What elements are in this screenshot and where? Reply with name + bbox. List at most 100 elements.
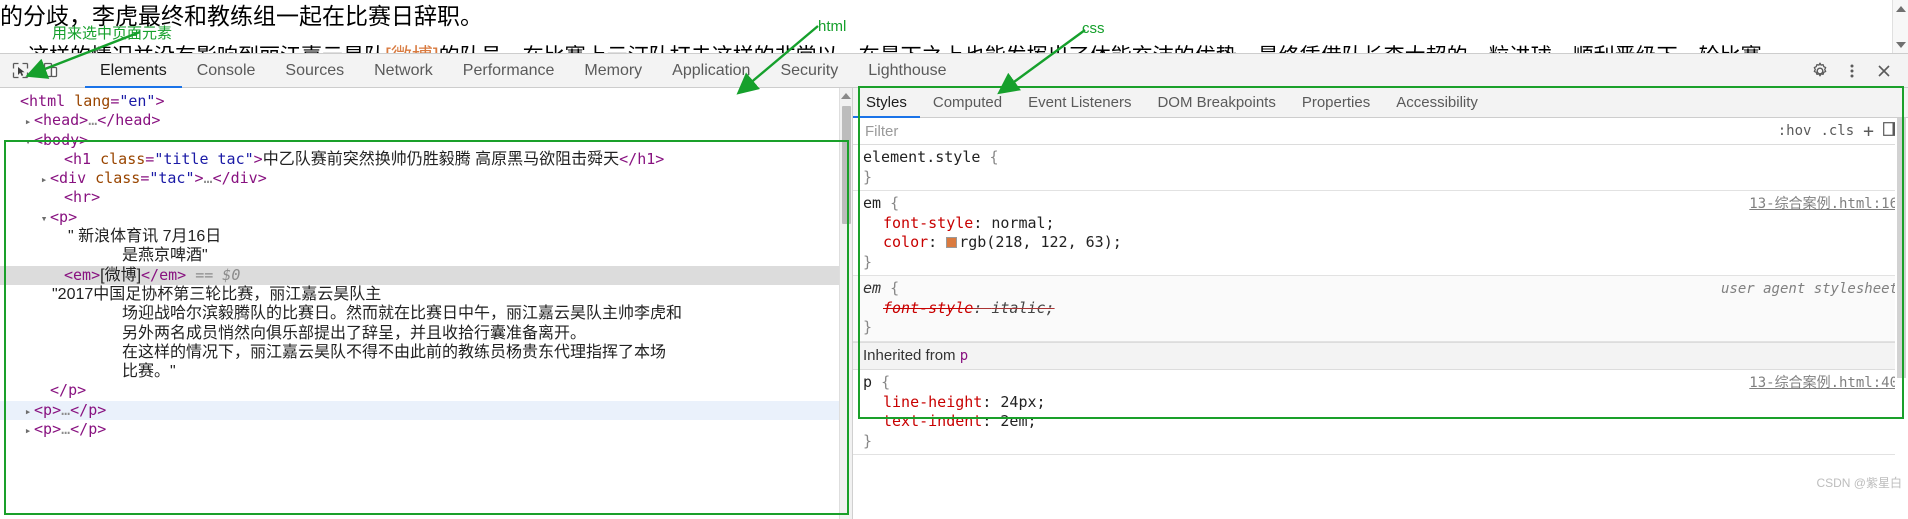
rule-element-style[interactable]: element.style { } — [853, 145, 1908, 191]
annotation-label-html: html — [818, 18, 847, 35]
tab-accessibility[interactable]: Accessibility — [1383, 89, 1491, 118]
rule-em-user-agent[interactable]: user agent stylesheet em { font-style: i… — [853, 276, 1908, 342]
declaration-value[interactable]: rgb(218, 122, 63); — [959, 233, 1122, 251]
tree-node-body[interactable]: ▾ <body> — [0, 131, 852, 150]
tree-text-node-5[interactable]: 另外两名成员悄然向俱乐部提出了辞呈，并且收拾行囊准备离开。 — [0, 324, 852, 343]
twisty-head-icon[interactable]: ▸ — [22, 112, 34, 131]
rule-selector[interactable]: element.style — [863, 148, 980, 166]
tree-node-p-open[interactable]: ▾ <p> — [0, 208, 852, 227]
browser-scrollbar[interactable] — [1892, 0, 1908, 53]
tree-text-node-7[interactable]: 比赛。" — [0, 362, 852, 381]
tab-properties[interactable]: Properties — [1289, 89, 1383, 118]
rule-p-inherited[interactable]: 13-综合案例.html:40 p { line-height: 24px; t… — [853, 370, 1908, 455]
rule-source-label: user agent stylesheet — [1720, 281, 1898, 297]
declaration-property[interactable]: color — [863, 233, 928, 251]
tab-security[interactable]: Security — [765, 55, 853, 88]
rule-close-brace: } — [863, 318, 873, 336]
devtools-toolbar-right — [1806, 54, 1908, 87]
text-node-line-6: 在这样的情况下，丽江嘉云昊队不得不由此前的教练员杨贵东代理指挥了本场 — [122, 343, 667, 361]
tab-elements[interactable]: Elements — [85, 55, 182, 88]
annotation-label-selector: 用来选中页面元素 — [52, 25, 173, 42]
scroll-up-arrow-icon[interactable] — [841, 93, 851, 99]
styles-filter-input[interactable] — [863, 121, 1778, 141]
scroll-down-arrow-icon[interactable] — [1896, 42, 1906, 48]
text-node-line-2: 是燕京啤酒" — [122, 247, 208, 265]
declaration-property[interactable]: text-indent — [863, 412, 982, 430]
node-tag-h1-close: h1 — [637, 149, 656, 168]
tree-node-div-tac[interactable]: ▸ <div class="tac">…</div> — [0, 169, 852, 188]
declaration-value[interactable]: 2em; — [1000, 412, 1036, 430]
close-devtools-icon[interactable] — [1870, 57, 1898, 85]
tree-text-node-1[interactable]: " 新浪体育讯 7月16日 — [0, 227, 852, 246]
new-style-rule-button[interactable]: + — [1863, 121, 1874, 142]
annotation-label-css: css — [1082, 20, 1105, 37]
declaration-value[interactable]: 24px; — [1000, 393, 1045, 411]
twisty-body-icon[interactable]: ▾ — [22, 132, 34, 151]
node-tag-html: html — [29, 92, 66, 110]
tree-node-head[interactable]: ▸ <head>…</head> — [0, 111, 852, 130]
node-attr-lang-value: "en" — [119, 92, 156, 110]
tab-application[interactable]: Application — [657, 55, 765, 88]
twisty-div-icon[interactable]: ▸ — [38, 170, 50, 189]
tree-node-p-collapsed-2[interactable]: ▸ <p>…</p> — [0, 420, 852, 439]
hov-toggle-button[interactable]: :hov — [1778, 123, 1812, 139]
tab-network[interactable]: Network — [359, 55, 448, 88]
twisty-p-icon[interactable]: ▾ — [38, 209, 50, 228]
tab-event-listeners[interactable]: Event Listeners — [1015, 89, 1144, 118]
tree-node-hr[interactable]: ▸<hr> — [0, 188, 852, 207]
declaration-value[interactable]: normal; — [991, 214, 1054, 232]
rule-selector[interactable]: em — [863, 194, 881, 212]
node-ellipsis: … — [88, 111, 98, 130]
scrollbar-thumb[interactable] — [1897, 118, 1906, 378]
tree-node-h1[interactable]: ▸<h1 class="title tac">中乙队赛前突然换帅仍胜毅腾 高原黑… — [0, 150, 852, 169]
node-tag-p1-close: p — [88, 400, 98, 419]
declaration-line-height[interactable]: line-height: 24px; — [863, 393, 1908, 413]
device-toolbar-icon[interactable] — [36, 57, 64, 85]
elements-tree-scrollbar[interactable] — [839, 88, 852, 519]
scrollbar-thumb[interactable] — [842, 106, 851, 224]
declaration-text-indent[interactable]: text-indent: 2em; — [863, 412, 1908, 432]
color-swatch[interactable] — [946, 237, 958, 248]
twisty-p2-icon[interactable]: ▸ — [22, 421, 34, 440]
settings-gear-icon[interactable] — [1806, 57, 1834, 85]
tree-node-html[interactable]: ▸<html lang="en"> — [0, 92, 852, 111]
rule-source-link[interactable]: 13-综合案例.html:40 — [1749, 374, 1898, 394]
inspect-element-icon[interactable] — [6, 57, 34, 85]
declaration-font-style[interactable]: font-style: normal; — [863, 214, 1908, 234]
rule-source-link[interactable]: 13-综合案例.html:16 — [1749, 195, 1898, 215]
cls-toggle-button[interactable]: .cls — [1820, 123, 1854, 139]
more-options-icon[interactable] — [1838, 57, 1866, 85]
tab-performance[interactable]: Performance — [448, 55, 570, 88]
tree-node-p-collapsed-1[interactable]: ▸ <p>…</p> — [0, 400, 852, 421]
rule-selector[interactable]: p — [863, 373, 872, 391]
declaration-property: font-style — [883, 298, 974, 317]
tab-dom-breakpoints[interactable]: DOM Breakpoints — [1144, 89, 1288, 118]
tree-text-node-2[interactable]: 是燕京啤酒" — [0, 246, 852, 265]
tab-console[interactable]: Console — [182, 55, 271, 88]
tab-lighthouse[interactable]: Lighthouse — [853, 55, 961, 88]
device-glyph — [43, 62, 57, 78]
tab-computed[interactable]: Computed — [920, 89, 1015, 118]
declaration-property[interactable]: line-height — [863, 393, 982, 411]
tree-text-node-4[interactable]: 场迎战哈尔滨毅腾队的比赛日。然而就在比赛日中午，丽江嘉云昊队主帅李虎和 — [0, 304, 852, 323]
twisty-p1-icon[interactable]: ▸ — [22, 402, 34, 421]
rule-em-author[interactable]: 13-综合案例.html:16 em { font-style: normal;… — [853, 191, 1908, 276]
styles-pane-scrollbar[interactable] — [1895, 118, 1908, 519]
node-tag-body: body — [43, 130, 80, 149]
tree-text-node-3[interactable]: "2017中国足协杯第三轮比赛，丽江嘉云昊队主 — [0, 285, 852, 304]
tab-sources[interactable]: Sources — [270, 55, 359, 88]
elements-tree-pane[interactable]: ▸<html lang="en"> ▸<head>…</head> ▾<body… — [0, 88, 853, 519]
node-tag-p1: p — [43, 400, 53, 419]
tree-text-node-6[interactable]: 在这样的情况下，丽江嘉云昊队不得不由此前的教练员杨贵东代理指挥了本场 — [0, 343, 852, 362]
inherited-source-tag: p — [959, 347, 969, 364]
tree-node-p-close[interactable]: ▸</p> — [0, 381, 852, 400]
declaration-property[interactable]: font-style — [863, 214, 973, 232]
node-tag-em-close: em — [159, 265, 178, 284]
tab-memory[interactable]: Memory — [569, 55, 657, 88]
rule-close-brace: } — [863, 431, 873, 450]
tab-styles[interactable]: Styles — [853, 89, 920, 118]
devtools-panel: Elements Console Sources Network Perform… — [0, 53, 1908, 519]
scroll-up-arrow-icon[interactable] — [1895, 6, 1906, 12]
tree-node-em-selected[interactable]: ▸<em>[微博]</em> == $0 — [0, 265, 852, 285]
declaration-color[interactable]: color: rgb(218, 122, 63); — [863, 233, 1908, 253]
